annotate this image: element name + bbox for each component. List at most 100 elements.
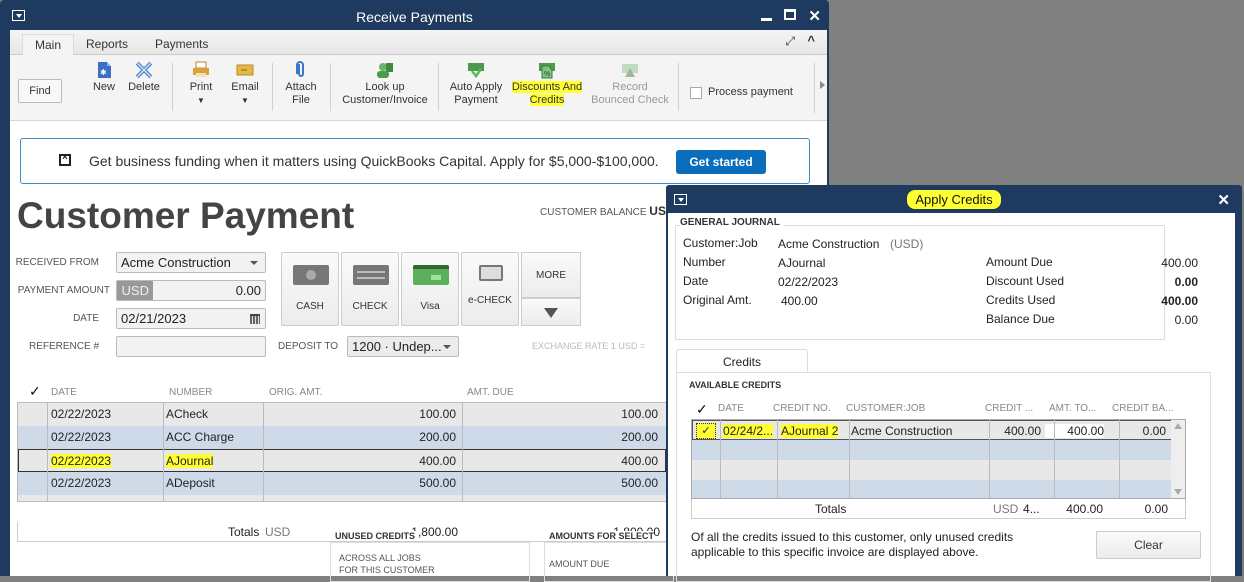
- clear-button[interactable]: Clear: [1096, 531, 1201, 559]
- apply-credits-dialog: Apply Credits ✕ GENERAL JOURNAL Customer…: [666, 185, 1242, 582]
- credit-column-header[interactable]: CREDIT ...: [985, 403, 1033, 414]
- toolbar-separator: [330, 63, 331, 111]
- payment-amount-field[interactable]: USD 0.00: [116, 280, 266, 301]
- scroll-up-icon[interactable]: [1174, 423, 1182, 429]
- credit-balance-column-header[interactable]: CREDIT BA...: [1112, 403, 1174, 414]
- discounts-and-credits-button[interactable]: % Discounts And Credits: [508, 55, 586, 107]
- checkmark-column-header[interactable]: ✓: [29, 383, 41, 400]
- date-column-header[interactable]: DATE: [51, 387, 77, 398]
- reference-field[interactable]: [116, 336, 266, 357]
- delete-button[interactable]: Delete: [124, 55, 164, 94]
- scroll-down-icon[interactable]: [1174, 489, 1182, 495]
- invoices-grid: ✓ DATE NUMBER ORIG. AMT. AMT. DUE 02/22/…: [17, 382, 667, 542]
- dialog-title-text: Apply Credits: [907, 190, 1001, 209]
- credit-row[interactable]: ✓ 02/24/2... AJournal 2 Acme Constructio…: [692, 420, 1172, 440]
- toolbar-separator: [814, 63, 815, 113]
- column-separator: [989, 420, 990, 498]
- number-value: AJournal: [778, 256, 826, 270]
- lookup-customer-invoice-button[interactable]: Look up Customer/Invoice: [338, 55, 432, 107]
- visa-button[interactable]: Visa: [401, 252, 459, 326]
- customer-balance-label: CUSTOMER BALANCE: [540, 207, 647, 218]
- totals-label: Totals: [228, 525, 260, 539]
- paperclip-icon: [296, 61, 304, 77]
- auto-apply-payment-button[interactable]: Auto Apply Payment: [446, 55, 506, 107]
- credit-row-credit: 400.00: [1004, 424, 1041, 438]
- credits-used-label: Credits Used: [986, 293, 1056, 307]
- email-button[interactable]: Email ▼: [226, 55, 264, 107]
- maximize-button[interactable]: [784, 9, 797, 20]
- amount-due-label: AMOUNT DUE: [549, 559, 610, 569]
- tab-main[interactable]: Main: [22, 34, 75, 55]
- dialog-body: GENERAL JOURNAL Customer:Job Acme Constr…: [668, 213, 1235, 582]
- credits-scrollbar[interactable]: [1171, 420, 1185, 498]
- calendar-icon[interactable]: [250, 314, 260, 324]
- credit-no-column-header[interactable]: CREDIT NO.: [773, 403, 831, 414]
- cash-button[interactable]: CASH: [281, 252, 339, 326]
- received-from-value: Acme Construction: [121, 255, 231, 270]
- table-row[interactable]: 02/22/2023 ACheck 100.00 100.00: [18, 403, 666, 426]
- toolbar-scroll-right-icon[interactable]: [820, 81, 825, 89]
- close-dialog-button[interactable]: ✕: [1217, 191, 1230, 209]
- credit-row-checkbox[interactable]: ✓: [696, 423, 716, 439]
- note-line1: Of all the credits issued to this custom…: [691, 530, 1014, 544]
- e-check-button[interactable]: e-CHECK: [461, 252, 519, 326]
- date-column-header[interactable]: DATE: [718, 403, 744, 414]
- tab-reports[interactable]: Reports: [74, 34, 140, 55]
- chevron-down-icon: [250, 261, 258, 265]
- close-button[interactable]: ✕: [808, 7, 821, 25]
- row-date: 02/22/2023: [51, 407, 112, 421]
- amt-to-use-column-header[interactable]: AMT. TO...: [1049, 403, 1096, 414]
- more-payment-methods-button[interactable]: MORE: [521, 252, 581, 298]
- new-document-icon: ✱: [98, 62, 111, 78]
- grid-body: 02/22/2023 ACheck 100.00 100.00 02/22/20…: [17, 402, 667, 502]
- check-label: CHECK: [352, 301, 388, 312]
- get-started-button[interactable]: Get started: [676, 150, 766, 174]
- table-row[interactable]: 02/22/2023 ADeposit 500.00 500.00: [18, 472, 666, 495]
- close-banner-icon[interactable]: [59, 152, 71, 166]
- amt-due-column-header[interactable]: AMT. DUE: [467, 387, 514, 398]
- row-orig-amt: 400.00: [419, 454, 456, 468]
- more-dropdown-button[interactable]: [521, 298, 581, 326]
- find-button[interactable]: Find: [18, 79, 62, 103]
- table-row[interactable]: 02/22/2023 ACC Charge 200.00 200.00: [18, 426, 666, 449]
- note-line2: applicable to this specific invoice are …: [691, 545, 979, 559]
- main-titlebar: Receive Payments ✕: [0, 0, 829, 32]
- tab-payments[interactable]: Payments: [143, 34, 220, 55]
- process-payment-checkbox[interactable]: [690, 87, 702, 99]
- check-button[interactable]: CHECK: [341, 252, 399, 326]
- tab-credits[interactable]: Credits: [676, 349, 808, 373]
- collapse-ribbon-icon[interactable]: ^: [807, 33, 815, 48]
- table-row-selected[interactable]: 02/22/2023 AJournal 400.00 400.00: [18, 449, 666, 472]
- deposit-to-dropdown[interactable]: 1200 · Undep...: [347, 336, 459, 357]
- customer-job-column-header[interactable]: CUSTOMER:JOB: [846, 403, 925, 414]
- new-button[interactable]: ✱ New: [84, 55, 124, 94]
- e-check-label: e-CHECK: [468, 295, 512, 306]
- available-credits-label: AVAILABLE CREDITS: [689, 380, 782, 390]
- credits-used-value: 400.00: [1161, 294, 1198, 308]
- customer-lookup-icon: [377, 63, 393, 78]
- amount-due-value: 400.00: [1161, 256, 1198, 270]
- check-column-header[interactable]: ✓: [696, 401, 708, 418]
- credits-totals-label: Totals: [815, 502, 847, 516]
- column-separator: [462, 403, 463, 501]
- window-title: Receive Payments: [356, 9, 473, 25]
- attach-file-button[interactable]: Attach File: [280, 55, 322, 107]
- column-separator: [1119, 420, 1120, 498]
- amounts-for-selected-label: AMOUNTS FOR SELECT: [549, 531, 654, 541]
- payment-amount-value: 0.00: [235, 283, 261, 298]
- number-column-header[interactable]: NUMBER: [169, 387, 212, 398]
- column-separator: [777, 420, 778, 498]
- grid-header: ✓ DATE NUMBER ORIG. AMT. AMT. DUE: [17, 382, 667, 402]
- credit-row-empty: [692, 440, 1172, 460]
- date-value: 02/21/2023: [121, 311, 187, 326]
- deposit-to-label: DEPOSIT TO: [278, 341, 339, 352]
- record-bounced-check-button[interactable]: Record Bounced Check: [588, 55, 672, 107]
- credit-row-empty: [692, 460, 1172, 480]
- date-field[interactable]: 02/21/2023: [116, 308, 266, 329]
- expand-icon[interactable]: ⤢: [785, 34, 795, 49]
- print-button[interactable]: Print ▼: [182, 55, 220, 107]
- received-from-dropdown[interactable]: Acme Construction: [116, 252, 266, 273]
- minimize-button[interactable]: [761, 7, 773, 21]
- orig-amt-column-header[interactable]: ORIG. AMT.: [269, 387, 322, 398]
- customer-job-label: Customer:Job: [683, 236, 758, 250]
